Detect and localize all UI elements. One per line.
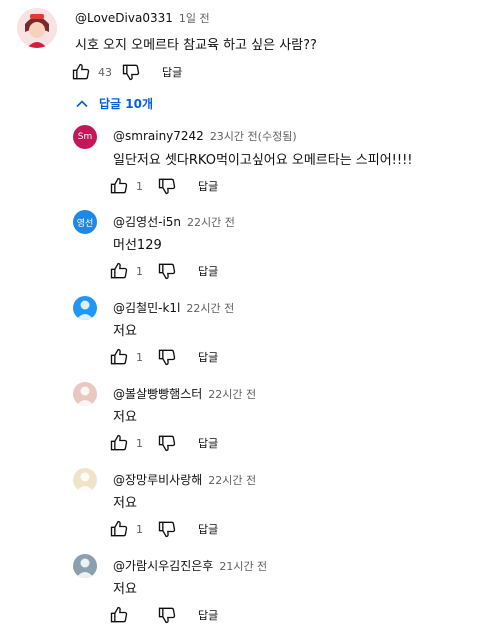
avatar[interactable]	[17, 8, 57, 48]
reply-author[interactable]: @장망루비사랑해	[113, 471, 202, 488]
avatar-image	[76, 300, 94, 320]
reply-time[interactable]: 22시간 전	[186, 300, 234, 316]
avatar[interactable]	[73, 296, 97, 320]
avatar[interactable]	[73, 554, 97, 578]
avatar[interactable]: 영선	[73, 210, 97, 234]
reply-button[interactable]: 답글	[198, 263, 218, 279]
reply-author[interactable]: @김철민-k1l	[113, 299, 180, 316]
reply-comment: @볼살빵빵햄스터 22시간 전 저요 1 답글	[0, 382, 495, 462]
avatar-image	[17, 8, 57, 48]
reply-author[interactable]: @볼살빵빵햄스터	[113, 385, 202, 402]
comment-author[interactable]: @LoveDiva0331	[75, 11, 173, 25]
avatar[interactable]: Sm	[73, 125, 97, 149]
avatar-image	[76, 472, 94, 492]
like-count: 1	[136, 522, 143, 536]
dislike-icon[interactable]	[156, 260, 178, 282]
dislike-icon[interactable]	[156, 346, 178, 368]
like-icon[interactable]	[108, 432, 130, 454]
reply-time[interactable]: 22시간 전	[187, 214, 235, 230]
comment-time[interactable]: 1일 전	[179, 10, 210, 26]
reply-button[interactable]: 답글	[162, 64, 182, 80]
reply-time[interactable]: 23시간 전(수정됨)	[210, 128, 297, 144]
like-icon[interactable]	[108, 604, 130, 626]
replies-toggle[interactable]: 답글 10개	[75, 95, 153, 112]
reply-comment: @가람시우김진은후 21시간 전 저요 답글	[0, 554, 495, 631]
reply-author[interactable]: @김영선-i5n	[113, 213, 181, 230]
avatar-text: 영선	[76, 218, 94, 229]
like-count: 1	[136, 350, 143, 364]
like-count: 1	[136, 436, 143, 450]
avatar[interactable]	[73, 468, 97, 492]
like-icon[interactable]	[70, 61, 92, 83]
avatar-image	[76, 558, 94, 578]
reply-comment: Sm @smrainy7242 23시간 전(수정됨) 일단저요 셋다RKO먹이…	[0, 125, 495, 205]
avatar-text: Sm	[77, 132, 93, 142]
reply-button[interactable]: 답글	[198, 178, 218, 194]
reply-text: 저요	[113, 582, 137, 597]
reply-comment: @김철민-k1l 22시간 전 저요 1 답글	[0, 296, 495, 376]
reply-comment: @장망루비사랑해 22시간 전 저요 1 답글	[0, 468, 495, 548]
top-comment: @LoveDiva0331 1일 전 시호 오지 오메르타 참교육 하고 싶은 …	[0, 0, 495, 90]
like-icon[interactable]	[108, 518, 130, 540]
dislike-icon[interactable]	[156, 604, 178, 626]
like-icon[interactable]	[108, 260, 130, 282]
dislike-icon[interactable]	[156, 518, 178, 540]
like-icon[interactable]	[108, 346, 130, 368]
avatar-image	[76, 386, 94, 406]
chevron-up-icon	[75, 97, 89, 111]
reply-button[interactable]: 답글	[198, 521, 218, 537]
reply-text: 일단저요 셋다RKO먹이고싶어요 오메르타는 스피어!!!!	[113, 153, 413, 168]
reply-author[interactable]: @smrainy7242	[113, 129, 204, 143]
reply-author[interactable]: @가람시우김진은후	[113, 557, 213, 574]
dislike-icon[interactable]	[120, 61, 142, 83]
reply-time[interactable]: 22시간 전	[208, 386, 256, 402]
reply-button[interactable]: 답글	[198, 349, 218, 365]
like-icon[interactable]	[108, 175, 130, 197]
dislike-icon[interactable]	[156, 175, 178, 197]
like-count: 1	[136, 264, 143, 278]
like-count: 1	[136, 179, 143, 193]
reply-text: 저요	[113, 324, 137, 339]
reply-button[interactable]: 답글	[198, 435, 218, 451]
dislike-icon[interactable]	[156, 432, 178, 454]
like-count: 43	[98, 65, 112, 79]
avatar[interactable]	[73, 382, 97, 406]
reply-text: 머선129	[113, 238, 162, 253]
reply-time[interactable]: 21시간 전	[219, 558, 267, 574]
reply-time[interactable]: 22시간 전	[208, 472, 256, 488]
comment-text: 시호 오지 오메르타 참교육 하고 싶은 사람??	[75, 38, 317, 53]
reply-text: 저요	[113, 410, 137, 425]
reply-comment: 영선 @김영선-i5n 22시간 전 머선129 1 답글	[0, 210, 495, 290]
reply-text: 저요	[113, 496, 137, 511]
replies-toggle-label: 답글 10개	[99, 97, 153, 111]
reply-button[interactable]: 답글	[198, 607, 218, 623]
